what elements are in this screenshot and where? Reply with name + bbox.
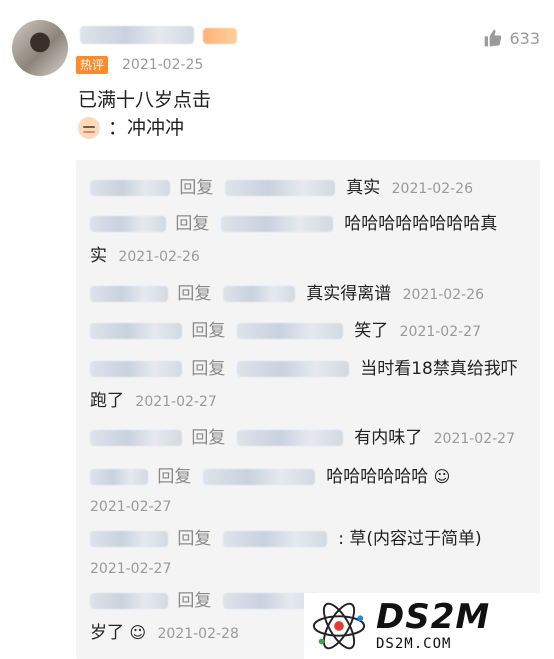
reply-row[interactable]: 回复 哈哈哈哈哈哈 ☺ xyxy=(90,465,450,489)
baby-face-icon xyxy=(78,117,100,139)
reply-target-blurred[interactable] xyxy=(222,531,327,547)
reply-user-blurred[interactable] xyxy=(90,593,168,609)
reply-user-blurred[interactable] xyxy=(90,323,182,339)
reply-target-blurred[interactable] xyxy=(236,361,349,377)
reply-row[interactable]: 回复 笑了 2021-02-27 xyxy=(90,319,481,344)
reply-target-blurred[interactable] xyxy=(224,180,335,196)
watermark-url: DS2M.COM xyxy=(376,636,452,652)
reply-target-blurred[interactable] xyxy=(236,323,343,339)
reply-user-blurred[interactable] xyxy=(90,286,168,302)
watermark: DS2M DS2M.COM xyxy=(304,593,554,659)
reply-target-blurred[interactable] xyxy=(220,216,333,232)
reply-row[interactable]: 回复 当时看18禁真给我吓 xyxy=(90,357,518,381)
reply-user-blurred[interactable] xyxy=(90,469,148,485)
reply-user-blurred[interactable] xyxy=(90,216,166,232)
reply-row[interactable]: 回复 真实 2021-02-26 xyxy=(90,176,473,201)
reply-row-continued: 实 2021-02-26 xyxy=(90,246,200,266)
watermark-brand: DS2M xyxy=(376,597,491,637)
reply-row[interactable]: 回复 有内味了 2021-02-27 xyxy=(90,426,515,451)
hot-comment-badge: 热评 xyxy=(76,56,109,74)
username-blurred[interactable] xyxy=(80,26,194,44)
reply-row[interactable]: 回复 哈哈哈哈哈哈哈哈真 xyxy=(90,212,497,236)
reply-user-blurred[interactable] xyxy=(90,180,170,196)
avatar[interactable] xyxy=(12,20,68,76)
laughing-face-icon: ☺ xyxy=(433,467,451,486)
watermark-text: DS2M DS2M.COM xyxy=(376,600,490,652)
reply-row[interactable]: 回复 : 草(内容过于简单) xyxy=(90,527,482,551)
comment-line-2: ：冲冲冲 xyxy=(78,114,211,142)
reply-row[interactable]: 回复 真实得离谱 2021-02-26 xyxy=(90,282,484,307)
comment-text: 已满十八岁点击 ：冲冲冲 xyxy=(78,86,211,142)
comment-date: 2021-02-25 xyxy=(122,57,204,73)
user-level-badge xyxy=(203,28,237,44)
reply-row[interactable]: 回复 xyxy=(90,589,325,613)
reply-user-blurred[interactable] xyxy=(90,430,182,446)
reply-user-blurred[interactable] xyxy=(90,361,182,377)
reply-user-blurred[interactable] xyxy=(90,531,168,547)
laughing-face-icon: ☺ xyxy=(129,623,147,642)
like-button[interactable]: 633 xyxy=(483,28,540,48)
thumbs-up-icon xyxy=(485,29,502,47)
reply-target-blurred[interactable] xyxy=(202,469,315,485)
reply-target-blurred[interactable] xyxy=(236,430,343,446)
replies-panel: 回复 真实 2021-02-26 回复 哈哈哈哈哈哈哈哈真 实 2021-02-… xyxy=(76,160,540,659)
reply-row-continued: 跑了 2021-02-27 xyxy=(90,391,217,411)
atom-logo-icon xyxy=(312,602,366,650)
reply-row-continued: 岁了 ☺ 2021-02-28 xyxy=(90,623,239,643)
reply-target-blurred[interactable] xyxy=(222,286,295,302)
like-count: 633 xyxy=(509,28,540,48)
comment-line-1: 已满十八岁点击 xyxy=(78,89,212,111)
reply-row-continued: 2021-02-27 xyxy=(90,561,172,577)
reply-row-continued: 2021-02-27 xyxy=(90,499,172,515)
